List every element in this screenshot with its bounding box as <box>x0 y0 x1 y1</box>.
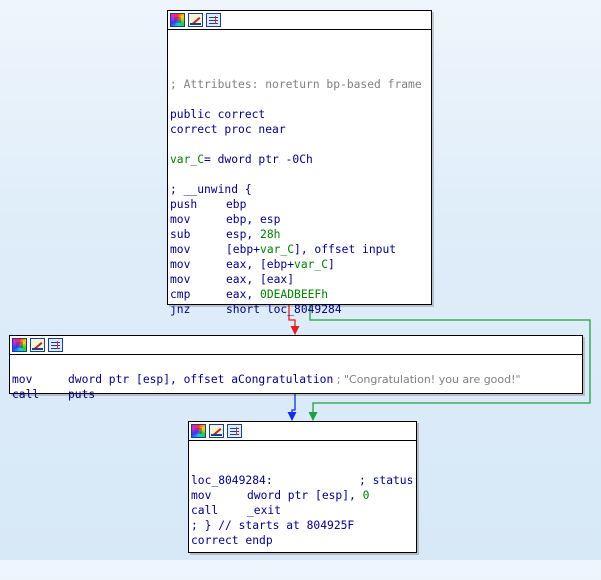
instr-push[interactable]: push ebp <box>170 197 429 212</box>
var-c-def: = dword ptr -0Ch <box>204 153 313 166</box>
graph-view-icon[interactable] <box>227 424 242 438</box>
instr-mov-eax-deref[interactable]: mov eax, [eax] <box>170 272 429 287</box>
loc-label-line[interactable]: loc_8049284:; status <box>191 473 414 488</box>
instr-call-puts[interactable]: call puts <box>12 387 580 402</box>
operand[interactable]: ebp, esp <box>226 213 280 226</box>
mnemonic: push <box>170 198 198 211</box>
instr-mov-string[interactable]: mov dword ptr [esp], offset aCongratulati… <box>12 372 580 387</box>
operand[interactable]: eax, [ebp+ <box>226 258 294 271</box>
operand[interactable]: [ebp+ <box>226 243 260 256</box>
mnemonic: mov <box>191 489 212 502</box>
mnemonic: mov <box>170 258 191 271</box>
operand[interactable]: eax, <box>226 288 260 301</box>
endp-decl[interactable]: correct endp <box>191 533 414 548</box>
operand[interactable]: dword ptr [esp], <box>247 489 363 502</box>
location-label[interactable]: loc_8049284: <box>191 473 359 488</box>
call-target[interactable]: puts <box>68 388 95 401</box>
mnemonic: mov <box>12 373 33 386</box>
rename-icon[interactable] <box>188 13 203 27</box>
color-palette-icon[interactable] <box>191 424 206 438</box>
call-target[interactable]: _exit <box>247 504 281 517</box>
operand-rest[interactable]: ] <box>328 258 335 271</box>
mnemonic: sub <box>170 228 191 241</box>
mnemonic: call <box>191 504 219 517</box>
immediate-value[interactable]: 0 <box>363 489 370 502</box>
unwind-comment: ; __unwind { <box>170 183 252 196</box>
block-header <box>168 11 431 30</box>
var-c-ref[interactable]: var_C <box>294 258 328 271</box>
mnemonic: cmp <box>170 288 191 301</box>
code-block-exit[interactable]: loc_8049284:; status mov dword ptr [esp], … <box>188 421 417 553</box>
block-code[interactable]: ; Attributes: noreturn bp-based frame pu… <box>168 30 431 349</box>
instr-call-exit[interactable]: call _exit <box>191 503 414 518</box>
instr-mov-eax-var[interactable]: mov eax, [ebp+var_C] <box>170 257 429 272</box>
operand-rest[interactable]: ], offset input <box>294 243 396 256</box>
instr-mov-ebp[interactable]: mov ebp, esp <box>170 212 429 227</box>
proc-decl[interactable]: correct proc near <box>170 122 429 137</box>
jump-target[interactable]: short loc_8049284 <box>226 303 342 316</box>
end-unwind-comment: ; } // starts at 804925F <box>191 519 355 532</box>
code-block-congratulation[interactable]: mov dword ptr [esp], offset aCongratulati… <box>9 335 583 401</box>
attributes-comment: ; Attributes: noreturn bp-based frame <box>170 78 422 91</box>
public-decl[interactable]: public correct <box>170 107 429 122</box>
operand[interactable]: ebp <box>226 198 246 211</box>
mnemonic: mov <box>170 273 191 286</box>
instr-mov-input[interactable]: mov [ebp+var_C], offset input <box>170 242 429 257</box>
mnemonic: jnz <box>170 303 191 316</box>
rename-icon[interactable] <box>209 424 224 438</box>
instr-cmp[interactable]: cmp eax, 0DEADBEEFh <box>170 287 429 302</box>
block-code[interactable]: loc_8049284:; status mov dword ptr [esp], … <box>189 441 416 580</box>
status-comment: ; status <box>359 474 414 487</box>
graph-view-icon[interactable] <box>48 338 63 352</box>
var-decl-line[interactable]: var_C= dword ptr -0Ch <box>170 152 429 167</box>
operand[interactable]: dword ptr [esp], offset aCongratulation <box>68 373 333 386</box>
color-palette-icon[interactable] <box>170 13 185 27</box>
graph-view-icon[interactable] <box>206 13 221 27</box>
instr-mov-zero[interactable]: mov dword ptr [esp], 0 <box>191 488 414 503</box>
instr-jnz[interactable]: jnz short loc_8049284 <box>170 302 429 317</box>
immediate-value[interactable]: 28h <box>260 228 280 241</box>
mnemonic: mov <box>170 243 191 256</box>
code-block-entry[interactable]: ; Attributes: noreturn bp-based frame pu… <box>167 10 432 316</box>
mnemonic: mov <box>170 213 191 226</box>
instr-sub-esp[interactable]: sub esp, 28h <box>170 227 429 242</box>
ida-graph-view[interactable]: ; Attributes: noreturn bp-based frame pu… <box>0 0 601 560</box>
immediate-value[interactable]: 0DEADBEEFh <box>260 288 328 301</box>
operand[interactable]: eax, [eax] <box>226 273 294 286</box>
var-c-ref[interactable]: var_C <box>260 243 294 256</box>
string-comment: ; "Congratulation! you are good!" <box>333 373 521 386</box>
rename-icon[interactable] <box>30 338 45 352</box>
mnemonic: call <box>12 388 40 401</box>
block-header <box>10 336 582 355</box>
color-palette-icon[interactable] <box>12 338 27 352</box>
operand[interactable]: esp, <box>226 228 260 241</box>
block-header <box>189 422 416 441</box>
var-c-symbol[interactable]: var_C <box>170 153 204 166</box>
